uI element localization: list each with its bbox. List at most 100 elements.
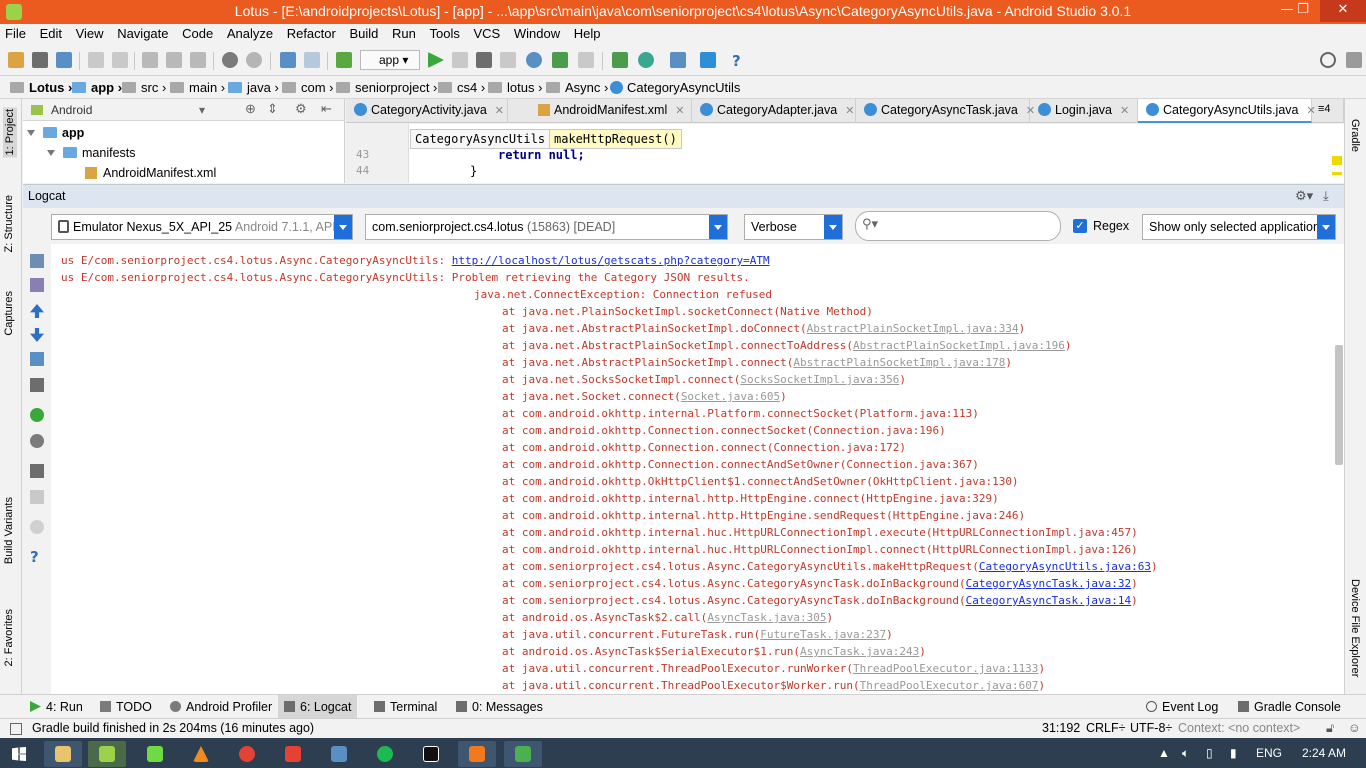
taskbar-intellij[interactable] (412, 741, 450, 767)
tab-messages[interactable]: 0: Messages (450, 695, 549, 718)
breadcrumb-lotus-package[interactable]: lotus › (488, 80, 542, 95)
copy-icon[interactable] (166, 52, 182, 68)
logcat-search-input[interactable]: ⚲▾ (855, 211, 1061, 241)
restart-icon[interactable] (30, 408, 44, 422)
make-project-icon[interactable] (336, 52, 352, 68)
menu-help[interactable]: Help (574, 24, 601, 41)
breadcrumb-main[interactable]: main › (170, 80, 225, 95)
debug-icon[interactable] (476, 52, 492, 68)
favorites-tool-button[interactable]: 2: Favorites (3, 609, 15, 666)
stop-icon[interactable] (578, 52, 594, 68)
logcat-output[interactable]: us E/com.seniorproject.cs4.lotus.Async.C… (51, 244, 1344, 694)
scroll-to-end-icon[interactable] (30, 278, 44, 292)
taskbar-explorer[interactable] (44, 741, 82, 767)
taskbar-xampp[interactable] (458, 741, 496, 767)
open-folder-icon[interactable] (8, 52, 24, 68)
close-button[interactable]: ✕ (1320, 0, 1366, 22)
maximize-button[interactable]: ❐ (1288, 0, 1318, 22)
breadcrumb-com[interactable]: com › (282, 80, 334, 95)
stacktrace-link[interactable]: ThreadPoolExecutor.java:1133 (853, 662, 1038, 675)
signal-icon[interactable]: ▮ (1230, 746, 1237, 760)
project-structure-icon[interactable] (670, 52, 686, 68)
breadcrumb-seniorproject[interactable]: seniorproject › (336, 80, 437, 95)
close-tab-icon[interactable]: ✕ (1120, 105, 1129, 117)
search-everywhere-icon[interactable] (1320, 52, 1336, 68)
tree-item-manifests[interactable]: manifests (47, 146, 136, 160)
tree-item-androidmanifest[interactable]: AndroidManifest.xml (85, 166, 216, 180)
run-config-select[interactable]: app ▾ (360, 50, 420, 70)
device-file-explorer-button[interactable]: Device File Explorer (1349, 579, 1361, 677)
logcat-scrollbar[interactable] (1335, 345, 1343, 465)
menu-vcs[interactable]: VCS (473, 24, 500, 41)
avd-manager-icon[interactable] (552, 52, 568, 68)
inspector-icon[interactable]: ☺︎ (1348, 721, 1361, 735)
gradle-tool-button[interactable]: Gradle (1349, 119, 1361, 152)
tab-login[interactable]: Login.java ✕ (1030, 99, 1138, 123)
close-tab-icon[interactable]: ✕ (495, 105, 504, 117)
tab-todo[interactable]: TODO (94, 695, 158, 718)
stop-icon[interactable] (30, 520, 44, 534)
stacktrace-link[interactable]: http://localhost/lotus/getscats.php?cate… (452, 254, 770, 267)
menu-edit[interactable]: Edit (40, 24, 62, 41)
breadcrumb-java[interactable]: java › (228, 80, 279, 95)
tab-run[interactable]: 4: Run (24, 695, 89, 718)
undo-icon[interactable] (88, 52, 104, 68)
help-icon[interactable]: ? (30, 550, 44, 565)
input-language[interactable]: ENG (1256, 746, 1282, 760)
redo-icon[interactable] (112, 52, 128, 68)
tab-gradle-console[interactable]: Gradle Console (1232, 695, 1347, 718)
hide-icon[interactable]: ⇤ (321, 101, 332, 117)
apply-changes-icon[interactable] (452, 52, 468, 68)
clock[interactable]: 2:24 AM (1302, 746, 1346, 760)
menu-refactor[interactable]: Refactor (287, 24, 336, 41)
tray-expand-icon[interactable]: ▲ (1158, 746, 1170, 760)
taskbar-chrome[interactable] (228, 741, 266, 767)
close-tab-icon[interactable]: ✕ (845, 105, 854, 117)
layout-icon[interactable] (1346, 52, 1362, 68)
file-encoding[interactable]: UTF-8÷ (1130, 721, 1172, 735)
tab-categoryasyncutils[interactable]: CategoryAsyncUtils.java ✕ (1138, 99, 1316, 123)
editor-breadcrumb-class[interactable]: CategoryAsyncUtils (410, 129, 551, 149)
menu-view[interactable]: View (76, 24, 104, 41)
warning-marker[interactable] (1332, 172, 1342, 175)
help-icon[interactable]: ? (732, 52, 748, 70)
tab-logcat[interactable]: 6: Logcat (278, 695, 358, 718)
stacktrace-link[interactable]: CategoryAsyncUtils.java:63 (979, 560, 1151, 573)
tab-categoryasynctask[interactable]: CategoryAsyncTask.java ✕ (856, 99, 1035, 123)
hide-panel-icon[interactable]: ⤓ (1323, 188, 1329, 204)
taskbar-vlc[interactable] (182, 741, 220, 767)
code-editor[interactable]: 43 44 CategoryAsyncUtils makeHttpRequest… (346, 124, 1344, 183)
menu-run[interactable]: Run (392, 24, 416, 41)
tree-item-app[interactable]: app (27, 126, 84, 140)
status-message[interactable]: Gradle build finished in 2s 204ms (16 mi… (32, 721, 314, 735)
settings-icon[interactable]: ⚙ (295, 101, 307, 117)
stacktrace-link[interactable]: AsyncTask.java:305 (707, 611, 826, 624)
context-indicator[interactable]: Context: <no context> (1178, 721, 1300, 735)
breadcrumb-async[interactable]: Async › (546, 80, 608, 95)
locate-icon[interactable]: ⊕ (245, 101, 256, 117)
tab-categoryactivity[interactable]: CategoryActivity.java ✕ (346, 99, 508, 123)
device-select[interactable]: Emulator Nexus_5X_API_25 Android 7.1.1, … (51, 214, 353, 240)
structure-tool-button[interactable]: Z: Structure (3, 195, 15, 252)
find-icon[interactable] (222, 52, 238, 68)
tool-windows-icon[interactable] (10, 723, 22, 735)
stacktrace-link[interactable]: CategoryAsyncTask.java:32 (966, 577, 1132, 590)
tab-androidmanifest[interactable]: AndroidManifest.xml ✕ (530, 99, 692, 123)
menu-analyze[interactable]: Analyze (227, 24, 273, 41)
forward-icon[interactable] (304, 52, 320, 68)
print-icon[interactable] (30, 378, 44, 392)
android-device-icon[interactable] (638, 52, 654, 68)
lock-icon[interactable]: 🔓︎ (1326, 721, 1334, 736)
tab-android-profiler[interactable]: Android Profiler (164, 695, 278, 718)
screen-record-icon[interactable] (30, 490, 44, 504)
log-level-select[interactable]: Verbose (744, 214, 843, 240)
arrow-down-icon[interactable] (30, 328, 44, 342)
collapse-icon[interactable]: ⇕ (267, 101, 278, 117)
captures-tool-button[interactable]: Captures (3, 291, 15, 336)
menu-tools[interactable]: Tools (430, 24, 460, 41)
taskbar-spotify[interactable] (366, 741, 404, 767)
stacktrace-link[interactable]: AbstractPlainSocketImpl.java:334 (807, 322, 1019, 335)
tab-event-log[interactable]: Event Log (1140, 695, 1224, 718)
project-tool-button[interactable]: 1: Project (3, 107, 17, 158)
project-view-selector[interactable]: Android ▾ ⊕ ⇕ ⚙ ⇤ (23, 99, 344, 121)
